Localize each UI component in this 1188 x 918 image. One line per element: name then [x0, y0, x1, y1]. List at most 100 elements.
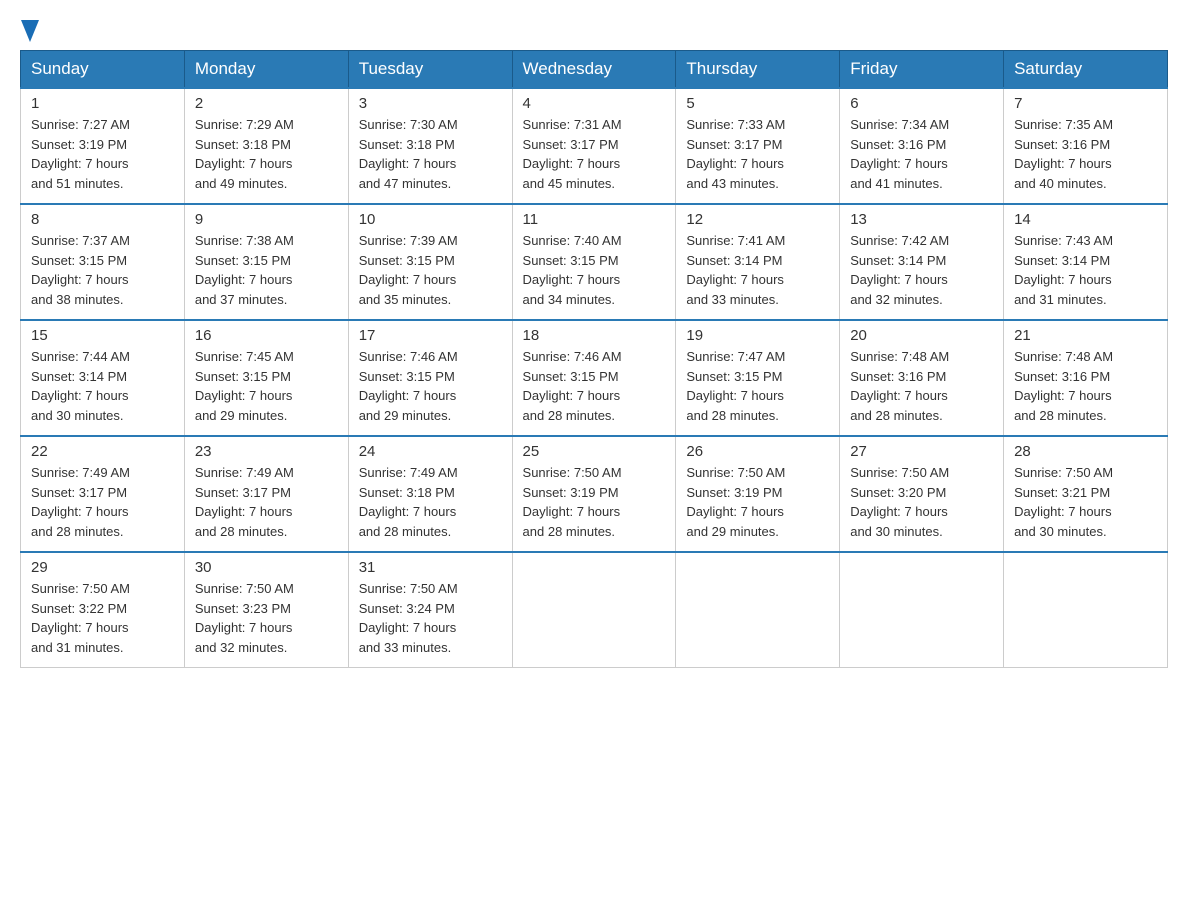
calendar-cell: 24 Sunrise: 7:49 AMSunset: 3:18 PMDaylig…: [348, 436, 512, 552]
day-info: Sunrise: 7:44 AMSunset: 3:14 PMDaylight:…: [31, 347, 174, 425]
day-number: 5: [686, 95, 829, 112]
day-info: Sunrise: 7:48 AMSunset: 3:16 PMDaylight:…: [850, 347, 993, 425]
calendar-cell: 13 Sunrise: 7:42 AMSunset: 3:14 PMDaylig…: [840, 204, 1004, 320]
day-info: Sunrise: 7:42 AMSunset: 3:14 PMDaylight:…: [850, 231, 993, 309]
day-number: 26: [686, 443, 829, 460]
weekday-header-wednesday: Wednesday: [512, 51, 676, 89]
day-info: Sunrise: 7:50 AMSunset: 3:24 PMDaylight:…: [359, 579, 502, 657]
calendar-cell: 4 Sunrise: 7:31 AMSunset: 3:17 PMDayligh…: [512, 88, 676, 204]
day-number: 19: [686, 327, 829, 344]
day-info: Sunrise: 7:50 AMSunset: 3:23 PMDaylight:…: [195, 579, 338, 657]
calendar-cell: 11 Sunrise: 7:40 AMSunset: 3:15 PMDaylig…: [512, 204, 676, 320]
calendar-cell: 19 Sunrise: 7:47 AMSunset: 3:15 PMDaylig…: [676, 320, 840, 436]
calendar-cell: 27 Sunrise: 7:50 AMSunset: 3:20 PMDaylig…: [840, 436, 1004, 552]
day-info: Sunrise: 7:38 AMSunset: 3:15 PMDaylight:…: [195, 231, 338, 309]
logo: [20, 20, 40, 40]
calendar-cell: 23 Sunrise: 7:49 AMSunset: 3:17 PMDaylig…: [184, 436, 348, 552]
day-number: 14: [1014, 211, 1157, 228]
day-number: 11: [523, 211, 666, 228]
day-info: Sunrise: 7:50 AMSunset: 3:21 PMDaylight:…: [1014, 463, 1157, 541]
day-number: 3: [359, 95, 502, 112]
day-number: 2: [195, 95, 338, 112]
calendar-cell: 29 Sunrise: 7:50 AMSunset: 3:22 PMDaylig…: [21, 552, 185, 668]
day-number: 8: [31, 211, 174, 228]
day-number: 10: [359, 211, 502, 228]
calendar-cell: 28 Sunrise: 7:50 AMSunset: 3:21 PMDaylig…: [1004, 436, 1168, 552]
page-header: [20, 20, 1168, 40]
day-info: Sunrise: 7:34 AMSunset: 3:16 PMDaylight:…: [850, 115, 993, 193]
calendar-cell: 3 Sunrise: 7:30 AMSunset: 3:18 PMDayligh…: [348, 88, 512, 204]
calendar-cell: 6 Sunrise: 7:34 AMSunset: 3:16 PMDayligh…: [840, 88, 1004, 204]
calendar-cell: 18 Sunrise: 7:46 AMSunset: 3:15 PMDaylig…: [512, 320, 676, 436]
day-info: Sunrise: 7:46 AMSunset: 3:15 PMDaylight:…: [359, 347, 502, 425]
day-info: Sunrise: 7:29 AMSunset: 3:18 PMDaylight:…: [195, 115, 338, 193]
calendar-cell: 26 Sunrise: 7:50 AMSunset: 3:19 PMDaylig…: [676, 436, 840, 552]
calendar-cell: 31 Sunrise: 7:50 AMSunset: 3:24 PMDaylig…: [348, 552, 512, 668]
day-info: Sunrise: 7:50 AMSunset: 3:19 PMDaylight:…: [523, 463, 666, 541]
day-number: 15: [31, 327, 174, 344]
calendar-cell: [512, 552, 676, 668]
day-info: Sunrise: 7:39 AMSunset: 3:15 PMDaylight:…: [359, 231, 502, 309]
calendar-cell: 16 Sunrise: 7:45 AMSunset: 3:15 PMDaylig…: [184, 320, 348, 436]
day-info: Sunrise: 7:35 AMSunset: 3:16 PMDaylight:…: [1014, 115, 1157, 193]
day-info: Sunrise: 7:27 AMSunset: 3:19 PMDaylight:…: [31, 115, 174, 193]
calendar-table: SundayMondayTuesdayWednesdayThursdayFrid…: [20, 50, 1168, 668]
day-number: 23: [195, 443, 338, 460]
day-info: Sunrise: 7:50 AMSunset: 3:20 PMDaylight:…: [850, 463, 993, 541]
day-number: 16: [195, 327, 338, 344]
calendar-cell: 9 Sunrise: 7:38 AMSunset: 3:15 PMDayligh…: [184, 204, 348, 320]
day-info: Sunrise: 7:40 AMSunset: 3:15 PMDaylight:…: [523, 231, 666, 309]
logo-triangle-icon: [21, 20, 39, 42]
day-number: 4: [523, 95, 666, 112]
calendar-cell: 8 Sunrise: 7:37 AMSunset: 3:15 PMDayligh…: [21, 204, 185, 320]
calendar-cell: 30 Sunrise: 7:50 AMSunset: 3:23 PMDaylig…: [184, 552, 348, 668]
day-info: Sunrise: 7:50 AMSunset: 3:22 PMDaylight:…: [31, 579, 174, 657]
calendar-week-row: 1 Sunrise: 7:27 AMSunset: 3:19 PMDayligh…: [21, 88, 1168, 204]
day-number: 30: [195, 559, 338, 576]
day-number: 12: [686, 211, 829, 228]
day-info: Sunrise: 7:47 AMSunset: 3:15 PMDaylight:…: [686, 347, 829, 425]
calendar-cell: [676, 552, 840, 668]
calendar-cell: 10 Sunrise: 7:39 AMSunset: 3:15 PMDaylig…: [348, 204, 512, 320]
day-number: 9: [195, 211, 338, 228]
day-info: Sunrise: 7:49 AMSunset: 3:17 PMDaylight:…: [195, 463, 338, 541]
calendar-cell: 12 Sunrise: 7:41 AMSunset: 3:14 PMDaylig…: [676, 204, 840, 320]
calendar-cell: [840, 552, 1004, 668]
day-info: Sunrise: 7:48 AMSunset: 3:16 PMDaylight:…: [1014, 347, 1157, 425]
weekday-header-thursday: Thursday: [676, 51, 840, 89]
day-number: 7: [1014, 95, 1157, 112]
day-number: 20: [850, 327, 993, 344]
calendar-cell: 5 Sunrise: 7:33 AMSunset: 3:17 PMDayligh…: [676, 88, 840, 204]
day-info: Sunrise: 7:45 AMSunset: 3:15 PMDaylight:…: [195, 347, 338, 425]
calendar-cell: 22 Sunrise: 7:49 AMSunset: 3:17 PMDaylig…: [21, 436, 185, 552]
weekday-header-monday: Monday: [184, 51, 348, 89]
day-number: 28: [1014, 443, 1157, 460]
day-number: 6: [850, 95, 993, 112]
calendar-cell: 15 Sunrise: 7:44 AMSunset: 3:14 PMDaylig…: [21, 320, 185, 436]
day-info: Sunrise: 7:49 AMSunset: 3:17 PMDaylight:…: [31, 463, 174, 541]
calendar-cell: 1 Sunrise: 7:27 AMSunset: 3:19 PMDayligh…: [21, 88, 185, 204]
day-number: 27: [850, 443, 993, 460]
day-number: 22: [31, 443, 174, 460]
day-info: Sunrise: 7:46 AMSunset: 3:15 PMDaylight:…: [523, 347, 666, 425]
calendar-cell: 20 Sunrise: 7:48 AMSunset: 3:16 PMDaylig…: [840, 320, 1004, 436]
day-number: 25: [523, 443, 666, 460]
day-number: 29: [31, 559, 174, 576]
day-info: Sunrise: 7:50 AMSunset: 3:19 PMDaylight:…: [686, 463, 829, 541]
day-number: 17: [359, 327, 502, 344]
calendar-week-row: 22 Sunrise: 7:49 AMSunset: 3:17 PMDaylig…: [21, 436, 1168, 552]
day-number: 31: [359, 559, 502, 576]
calendar-header-row: SundayMondayTuesdayWednesdayThursdayFrid…: [21, 51, 1168, 89]
calendar-week-row: 29 Sunrise: 7:50 AMSunset: 3:22 PMDaylig…: [21, 552, 1168, 668]
day-info: Sunrise: 7:33 AMSunset: 3:17 PMDaylight:…: [686, 115, 829, 193]
day-number: 18: [523, 327, 666, 344]
calendar-cell: 21 Sunrise: 7:48 AMSunset: 3:16 PMDaylig…: [1004, 320, 1168, 436]
day-number: 21: [1014, 327, 1157, 344]
day-info: Sunrise: 7:37 AMSunset: 3:15 PMDaylight:…: [31, 231, 174, 309]
calendar-cell: 17 Sunrise: 7:46 AMSunset: 3:15 PMDaylig…: [348, 320, 512, 436]
calendar-cell: 25 Sunrise: 7:50 AMSunset: 3:19 PMDaylig…: [512, 436, 676, 552]
calendar-cell: 7 Sunrise: 7:35 AMSunset: 3:16 PMDayligh…: [1004, 88, 1168, 204]
day-info: Sunrise: 7:31 AMSunset: 3:17 PMDaylight:…: [523, 115, 666, 193]
day-info: Sunrise: 7:41 AMSunset: 3:14 PMDaylight:…: [686, 231, 829, 309]
calendar-cell: 2 Sunrise: 7:29 AMSunset: 3:18 PMDayligh…: [184, 88, 348, 204]
